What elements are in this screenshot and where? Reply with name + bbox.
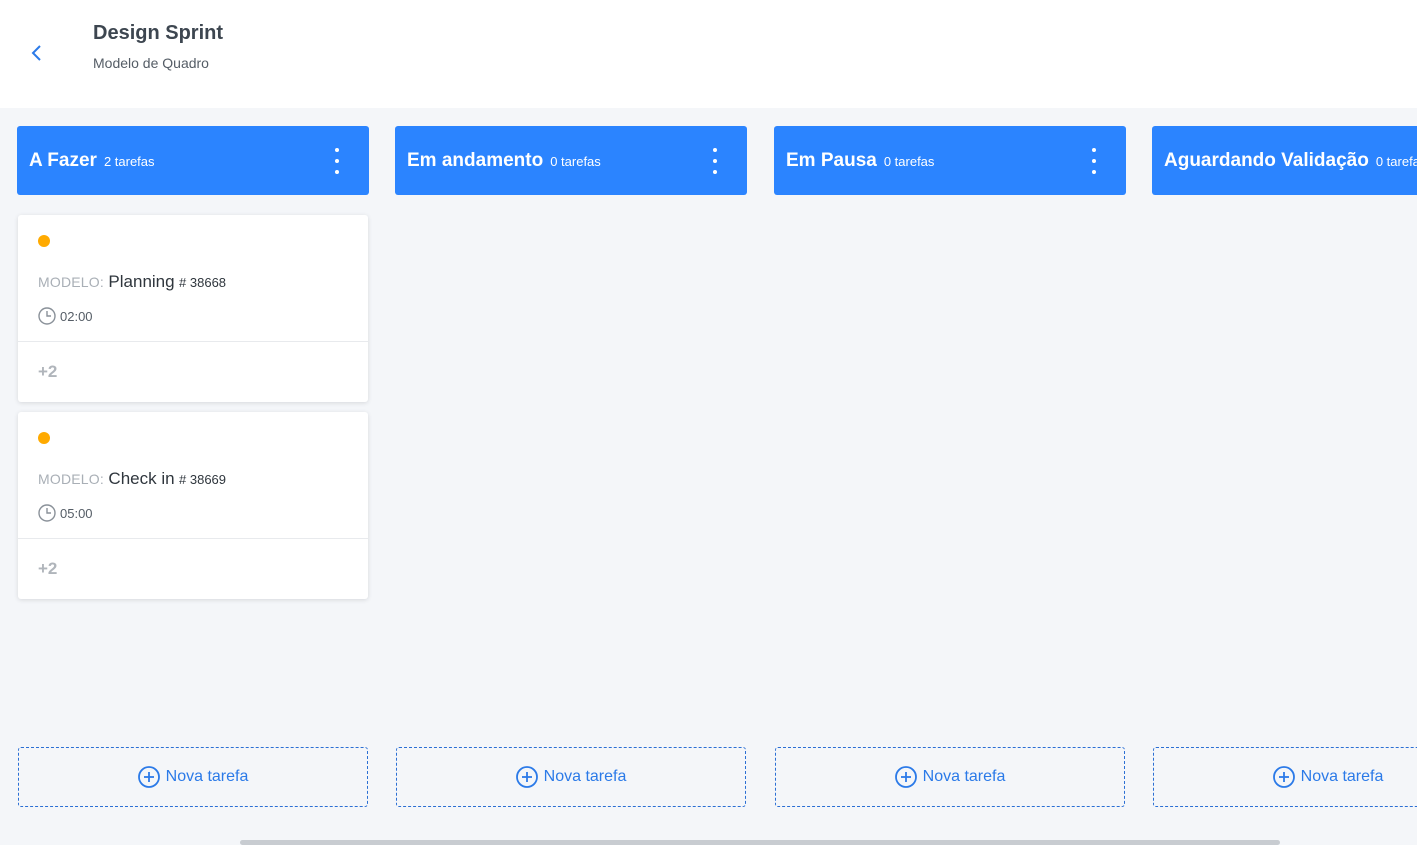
- card-time: 02:00: [60, 308, 93, 324]
- new-task-label: Nova tarefa: [543, 768, 627, 785]
- more-vertical-icon: [1092, 148, 1096, 152]
- card-time: 05:00: [60, 505, 93, 521]
- plus-circle-icon: [137, 766, 160, 788]
- new-task-label: Nova tarefa: [922, 768, 1006, 785]
- column-header: Aguardando Validação 0 tarefas: [1152, 126, 1417, 195]
- back-button[interactable]: [26, 42, 46, 64]
- column-em-pausa: Em Pausa 0 tarefas Nova tarefa: [774, 126, 1126, 807]
- card-prefix: MODELO:: [38, 274, 104, 290]
- card-divider: [18, 341, 368, 342]
- new-task-label: Nova tarefa: [165, 768, 249, 785]
- card-prefix: MODELO:: [38, 471, 104, 487]
- new-task-label: Nova tarefa: [1300, 768, 1384, 785]
- horizontal-scrollbar[interactable]: [240, 840, 1280, 845]
- card-number: # 38669: [179, 472, 227, 487]
- more-vertical-icon: [335, 148, 339, 152]
- column-aguardando-validacao: Aguardando Validação 0 tarefas Nova tare…: [1152, 126, 1417, 807]
- column-title: Em Pausa: [786, 149, 877, 171]
- column-title: Em andamento: [407, 149, 544, 171]
- new-task-button[interactable]: Nova tarefa: [18, 747, 368, 807]
- task-card[interactable]: MODELO: Check in # 38669 05:00 +2: [18, 412, 368, 599]
- page-header: Design Sprint Modelo de Quadro: [0, 0, 1417, 108]
- clock-icon: [38, 504, 56, 522]
- plus-circle-icon: [1272, 766, 1295, 788]
- kanban-board: A Fazer 2 tarefas MODELO: Planning # 386…: [0, 108, 1417, 845]
- card-number: # 38668: [179, 275, 227, 290]
- column-a-fazer: A Fazer 2 tarefas MODELO: Planning # 386…: [17, 126, 369, 807]
- priority-dot: [38, 432, 50, 444]
- column-task-count: 0 tarefas: [550, 154, 601, 169]
- card-extra-count: +2: [38, 362, 58, 381]
- card-name: Planning: [108, 272, 175, 291]
- task-card[interactable]: MODELO: Planning # 38668 02:00 +2: [18, 215, 368, 402]
- clock-icon: [38, 307, 56, 325]
- card-extra-count: +2: [38, 559, 58, 578]
- priority-dot: [38, 235, 50, 247]
- card-divider: [18, 538, 368, 539]
- card-name: Check in: [108, 469, 175, 488]
- more-vertical-icon: [713, 148, 717, 152]
- column-header: Em andamento 0 tarefas: [395, 126, 747, 195]
- column-task-count: 2 tarefas: [103, 154, 155, 169]
- column-menu-button[interactable]: [327, 148, 347, 174]
- page-subtitle: Modelo de Quadro: [93, 55, 209, 71]
- column-header: A Fazer 2 tarefas: [17, 126, 369, 195]
- column-em-andamento: Em andamento 0 tarefas Nova tarefa: [395, 126, 747, 807]
- column-task-count: 0 tarefas: [883, 154, 935, 169]
- column-header: Em Pausa 0 tarefas: [774, 126, 1126, 195]
- column-menu-button[interactable]: [705, 148, 725, 174]
- column-menu-button[interactable]: [1084, 148, 1104, 174]
- page-title: Design Sprint: [93, 22, 224, 44]
- new-task-button[interactable]: Nova tarefa: [775, 747, 1125, 807]
- plus-circle-icon: [515, 766, 538, 788]
- column-title: Aguardando Validação: [1164, 149, 1369, 171]
- column-title: A Fazer: [29, 149, 97, 171]
- new-task-button[interactable]: Nova tarefa: [1153, 747, 1417, 807]
- chevron-left-icon: [31, 45, 41, 61]
- plus-circle-icon: [894, 766, 917, 788]
- new-task-button[interactable]: Nova tarefa: [396, 747, 746, 807]
- column-task-count: 0 tarefas: [1375, 154, 1417, 169]
